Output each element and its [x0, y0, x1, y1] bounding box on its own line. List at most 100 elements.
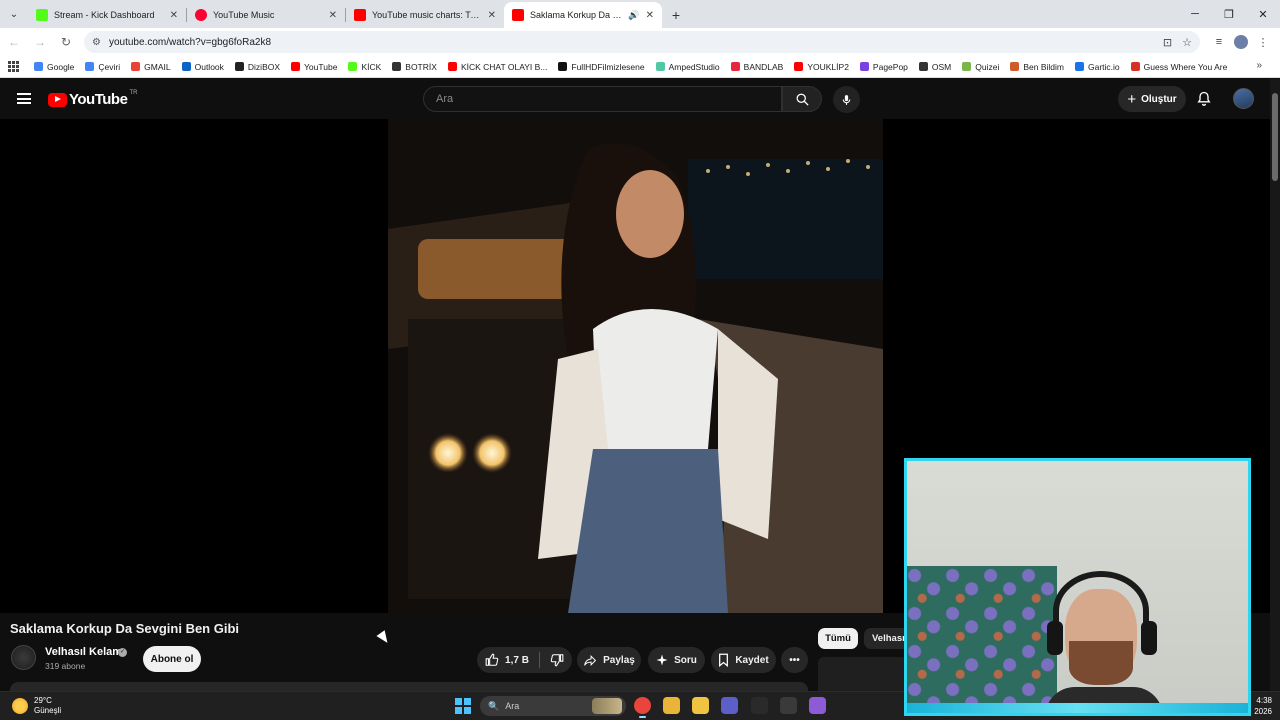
recommended-video-card[interactable]	[818, 657, 908, 691]
bookmark-label: BOTRİX	[405, 61, 437, 72]
streamer-figure	[1045, 569, 1163, 713]
back-icon[interactable]: ←	[2, 30, 26, 54]
teams-taskbar-icon[interactable]	[721, 697, 738, 714]
bookmark-favicon-icon	[181, 62, 191, 71]
forward-icon[interactable]: →	[28, 30, 52, 54]
tab-search-chevron-icon[interactable]: ⌄	[0, 0, 28, 28]
subscribe-button[interactable]: Abone ol	[143, 646, 201, 672]
bookmark-item[interactable]: OSM	[918, 61, 952, 72]
channel-name[interactable]: Velhasıl Kelam	[45, 646, 122, 658]
dislike-thumb-icon[interactable]	[550, 653, 564, 667]
bookmark-label: YOUKLİP2	[807, 61, 849, 72]
kick-favicon-icon	[36, 9, 48, 21]
close-tab-icon[interactable]: ✕	[646, 10, 654, 21]
bookmark-label: YouTube	[304, 61, 338, 72]
microphone-icon	[842, 94, 851, 105]
reload-icon[interactable]: ↻	[54, 30, 78, 54]
bookmark-item[interactable]: KİCK	[348, 62, 381, 72]
tab-kick-dashboard[interactable]: Stream - Kick Dashboard ✕	[28, 2, 186, 28]
bookmark-item[interactable]: Quizei	[962, 62, 999, 72]
profile-avatar[interactable]	[1230, 31, 1252, 53]
bookmark-favicon-icon	[348, 62, 358, 71]
notifications-bell-icon[interactable]	[1196, 90, 1212, 107]
browser-tab-strip: ⌄ Stream - Kick Dashboard ✕ YouTube Musi…	[0, 0, 1280, 28]
bookmark-favicon-icon	[1010, 62, 1020, 71]
address-bar[interactable]: ⚙ youtube.com/watch?v=gbg6foRa2k8 ⊡ ☆	[84, 31, 1200, 53]
bookmark-item[interactable]: Ben Bildim	[1010, 62, 1064, 72]
weather-widget[interactable]: 29°C Güneşli	[12, 696, 61, 716]
like-count[interactable]: 1,7 B	[505, 655, 529, 666]
bookmark-item[interactable]: PagePop	[859, 62, 908, 72]
files-taskbar-icon[interactable]	[692, 697, 709, 714]
page-scrollbar[interactable]	[1270, 79, 1280, 691]
more-actions-icon[interactable]: •••	[781, 647, 808, 673]
bookmark-item[interactable]: BANDLAB	[730, 62, 783, 72]
chip-all[interactable]: Tümü	[818, 628, 858, 649]
create-button[interactable]: + Oluştur	[1118, 86, 1186, 112]
save-label: Kaydet	[735, 654, 769, 666]
menu-hamburger-icon[interactable]	[17, 93, 31, 104]
search-icon: 🔍	[488, 700, 500, 711]
tab-title: YouTube Music	[213, 10, 275, 20]
bookmark-favicon-icon	[1075, 62, 1085, 71]
weather-condition: Güneşli	[34, 706, 62, 715]
app-taskbar-icon[interactable]	[809, 697, 826, 714]
bookmark-star-icon[interactable]: ☆	[1182, 36, 1192, 49]
install-app-icon[interactable]: ⊡	[1163, 36, 1172, 49]
chrome-taskbar-icon[interactable]	[634, 697, 651, 718]
taskbar-search-input[interactable]: 🔍 Ara	[480, 696, 626, 716]
tab-youtube-music[interactable]: YouTube Music ✕	[187, 2, 345, 28]
obs-taskbar-icon[interactable]	[780, 697, 797, 714]
media-controls-icon[interactable]: ≡	[1208, 31, 1230, 53]
bookmark-item[interactable]: AmpedStudio	[655, 62, 720, 72]
youtube-logo[interactable]: YouTube TR	[48, 90, 137, 108]
bookmark-item[interactable]: YOUKLİP2	[794, 62, 849, 72]
bookmark-label: OSM	[931, 61, 952, 72]
tab-current-video[interactable]: Saklama Korkup Da Sevgini 🔊 ✕	[504, 2, 662, 28]
channel-avatar[interactable]	[11, 645, 36, 670]
search-input[interactable]: Ara	[423, 86, 782, 112]
bookmark-item[interactable]: DiziBOX	[234, 62, 280, 72]
bookmarks-overflow-icon[interactable]: »	[1256, 60, 1262, 71]
browser-menu-icon[interactable]: ⋮	[1252, 31, 1274, 53]
tab-youtube-charts[interactable]: YouTube music charts: Turkey T ✕	[346, 2, 504, 28]
bookmark-item[interactable]: Guess Where You Are	[1130, 62, 1227, 72]
bookmark-label: Gartic.io	[1088, 61, 1120, 72]
apps-grid-icon[interactable]	[8, 60, 20, 73]
description-box[interactable]	[10, 682, 808, 691]
site-info-icon[interactable]: ⚙	[92, 37, 101, 48]
close-tab-icon[interactable]: ✕	[329, 10, 337, 21]
bookmark-label: Ben Bildim	[1023, 61, 1065, 72]
album-art-illustration	[388, 119, 883, 613]
bookmark-item[interactable]: YouTube	[291, 62, 337, 72]
bookmark-item[interactable]: Outlook	[181, 62, 224, 72]
minimize-icon[interactable]: ─	[1178, 0, 1212, 28]
bookmark-item[interactable]: Gartic.io	[1075, 62, 1120, 72]
restore-icon[interactable]: ❐	[1212, 0, 1246, 28]
youtube-favicon-icon	[354, 9, 366, 21]
bookmark-item[interactable]: FullHDFilmizlesene	[558, 62, 645, 72]
windows-start-icon[interactable]	[455, 698, 471, 714]
save-button[interactable]: Kaydet	[711, 647, 776, 673]
epic-taskbar-icon[interactable]	[751, 697, 768, 714]
bookmark-item[interactable]: KİCK CHAT OLAYI B...	[447, 62, 547, 72]
system-clock[interactable]: 4:38 2026	[1254, 695, 1272, 717]
bookmark-item[interactable]: GMAIL	[131, 62, 171, 72]
search-button[interactable]	[782, 86, 822, 112]
voice-search-button[interactable]	[833, 86, 860, 113]
ask-button[interactable]: Soru	[648, 647, 705, 673]
share-button[interactable]: Paylaş	[577, 647, 641, 673]
clock-date: 2026	[1254, 707, 1272, 716]
bookmark-item[interactable]: Çeviri	[85, 62, 120, 72]
speaker-icon[interactable]: 🔊	[628, 10, 639, 21]
like-thumb-icon[interactable]	[485, 653, 499, 667]
scrollbar-thumb[interactable]	[1272, 93, 1278, 181]
account-avatar[interactable]	[1233, 88, 1254, 109]
explorer-taskbar-icon[interactable]	[663, 697, 680, 714]
new-tab-button[interactable]: +	[662, 2, 690, 28]
close-window-icon[interactable]: ✕	[1246, 0, 1280, 28]
bookmark-item[interactable]: Google	[34, 62, 74, 72]
bookmark-item[interactable]: BOTRİX	[392, 62, 437, 72]
close-tab-icon[interactable]: ✕	[488, 10, 496, 21]
close-tab-icon[interactable]: ✕	[170, 10, 178, 21]
